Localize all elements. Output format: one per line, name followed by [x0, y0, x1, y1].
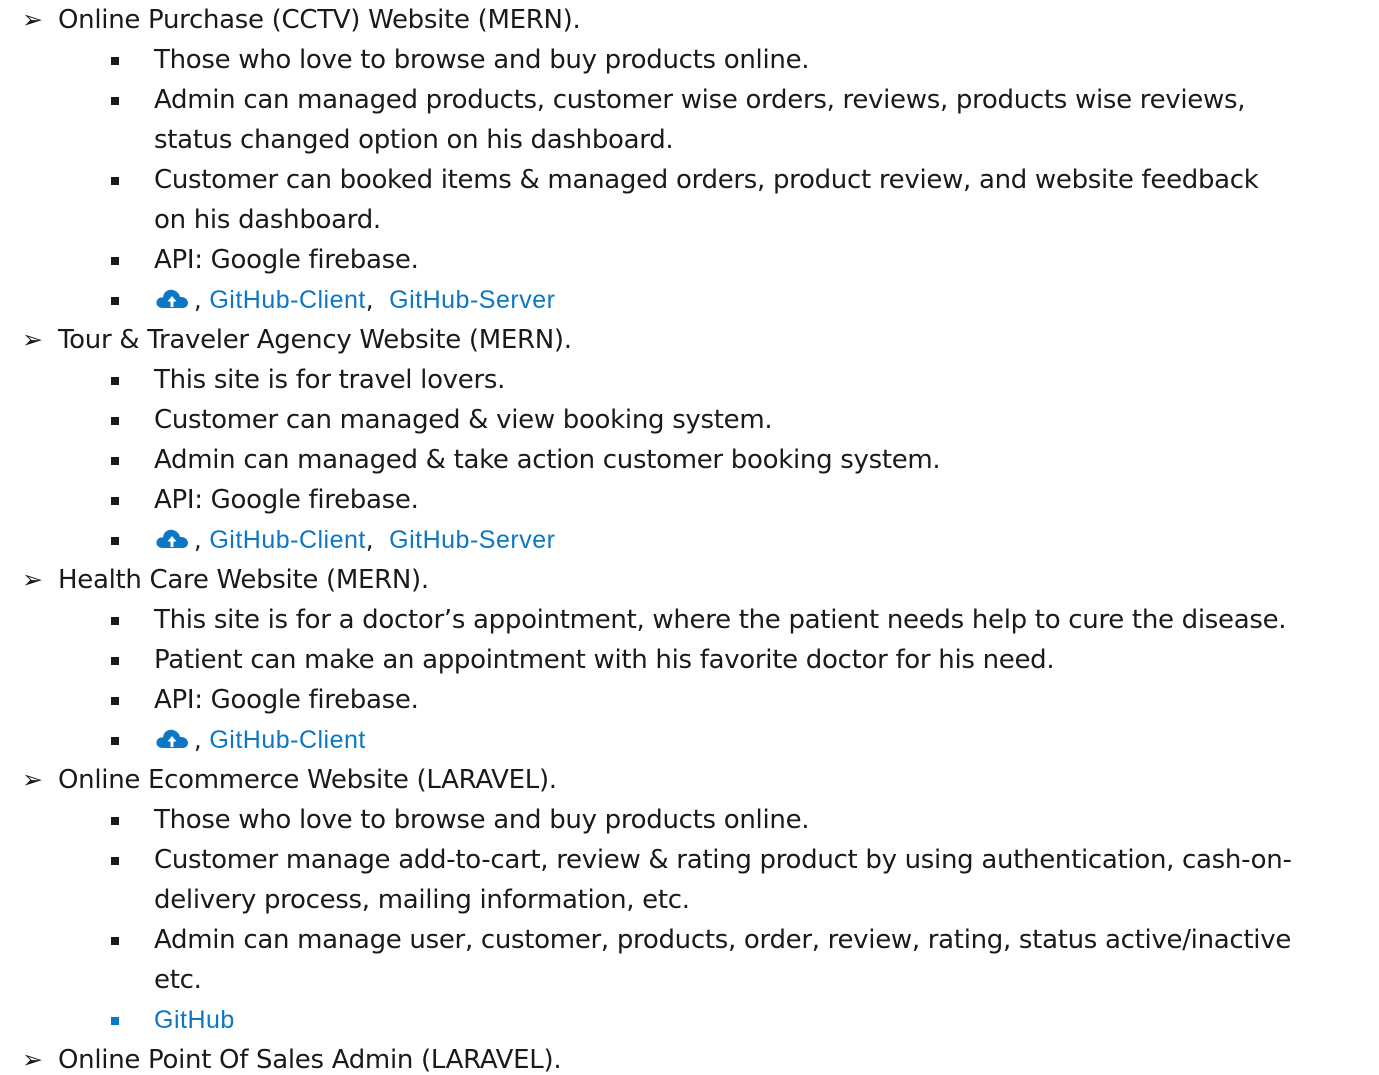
arrow-bullet-icon: ➢	[22, 565, 43, 594]
square-bullet-icon	[111, 817, 119, 825]
project-links: , GitHub-Client	[154, 725, 366, 755]
link-separator: ,	[194, 726, 202, 754]
link-separator: ,	[365, 526, 374, 554]
project-detail-line: Customer manage add-to-cart, review & ra…	[154, 845, 1292, 875]
project-detail-line: Those who love to browse and buy product…	[154, 805, 810, 835]
square-bullet-icon	[111, 297, 119, 305]
project-title: Online Point Of Sales Admin (LARAVEL).	[58, 1045, 562, 1075]
project-detail-line: status changed option on his dashboard.	[154, 125, 674, 155]
square-bullet-icon	[111, 1017, 119, 1025]
resume-projects-section: ➢ Online Purchase (CCTV) Website (MERN). T…	[0, 0, 1379, 1075]
github-server-link[interactable]: GitHub-Server	[389, 286, 555, 314]
square-bullet-icon	[111, 417, 119, 425]
project-detail-line: Customer can booked items & managed orde…	[154, 165, 1259, 195]
github-link[interactable]: GitHub	[154, 1006, 235, 1034]
square-bullet-icon	[111, 657, 119, 665]
square-bullet-icon	[111, 377, 119, 385]
cloud-upload-icon[interactable]	[154, 286, 190, 312]
project-detail-line: This site is for a doctor’s appointment,…	[154, 605, 1287, 635]
square-bullet-icon	[111, 857, 119, 865]
project-detail-line: etc.	[154, 965, 202, 995]
project-links: , GitHub-Client, GitHub-Server	[154, 285, 555, 315]
github-client-link[interactable]: GitHub-Client	[209, 726, 366, 754]
arrow-bullet-icon: ➢	[22, 1045, 43, 1074]
project-detail-line: API: Google firebase.	[154, 485, 419, 515]
cloud-upload-icon[interactable]	[154, 526, 190, 552]
arrow-bullet-icon: ➢	[22, 765, 43, 794]
project-detail-line: API: Google firebase.	[154, 685, 419, 715]
github-client-link[interactable]: GitHub-Client	[209, 526, 366, 554]
project-links: , GitHub-Client, GitHub-Server	[154, 525, 555, 555]
project-title: Health Care Website (MERN).	[58, 565, 429, 595]
project-detail-line: Patient can make an appointment with his…	[154, 645, 1055, 675]
project-title: Tour & Traveler Agency Website (MERN).	[58, 325, 572, 355]
arrow-bullet-icon: ➢	[22, 325, 43, 354]
github-server-link[interactable]: GitHub-Server	[389, 526, 555, 554]
square-bullet-icon	[111, 497, 119, 505]
project-detail-line: Admin can manage user, customer, product…	[154, 925, 1292, 955]
square-bullet-icon	[111, 737, 119, 745]
project-links: GitHub	[154, 1005, 235, 1035]
square-bullet-icon	[111, 697, 119, 705]
project-detail-line: Admin can managed products, customer wis…	[154, 85, 1246, 115]
project-detail-line: delivery process, mailing information, e…	[154, 885, 690, 915]
square-bullet-icon	[111, 537, 119, 545]
project-detail-line: Those who love to browse and buy product…	[154, 45, 810, 75]
project-detail-line: on his dashboard.	[154, 205, 381, 235]
project-title: Online Purchase (CCTV) Website (MERN).	[58, 5, 581, 35]
cloud-upload-icon[interactable]	[154, 726, 190, 752]
project-title: Online Ecommerce Website (LARAVEL).	[58, 765, 557, 795]
project-detail-line: This site is for travel lovers.	[154, 365, 506, 395]
project-detail-line: API: Google firebase.	[154, 245, 419, 275]
link-separator: ,	[194, 286, 202, 314]
github-client-link[interactable]: GitHub-Client	[209, 286, 366, 314]
arrow-bullet-icon: ➢	[22, 5, 43, 34]
link-separator: ,	[194, 526, 202, 554]
link-separator: ,	[365, 286, 374, 314]
square-bullet-icon	[111, 97, 119, 105]
square-bullet-icon	[111, 177, 119, 185]
square-bullet-icon	[111, 57, 119, 65]
project-detail-line: Customer can managed & view booking syst…	[154, 405, 773, 435]
square-bullet-icon	[111, 457, 119, 465]
square-bullet-icon	[111, 937, 119, 945]
square-bullet-icon	[111, 257, 119, 265]
project-detail-line: Admin can managed & take action customer…	[154, 445, 941, 475]
square-bullet-icon	[111, 617, 119, 625]
